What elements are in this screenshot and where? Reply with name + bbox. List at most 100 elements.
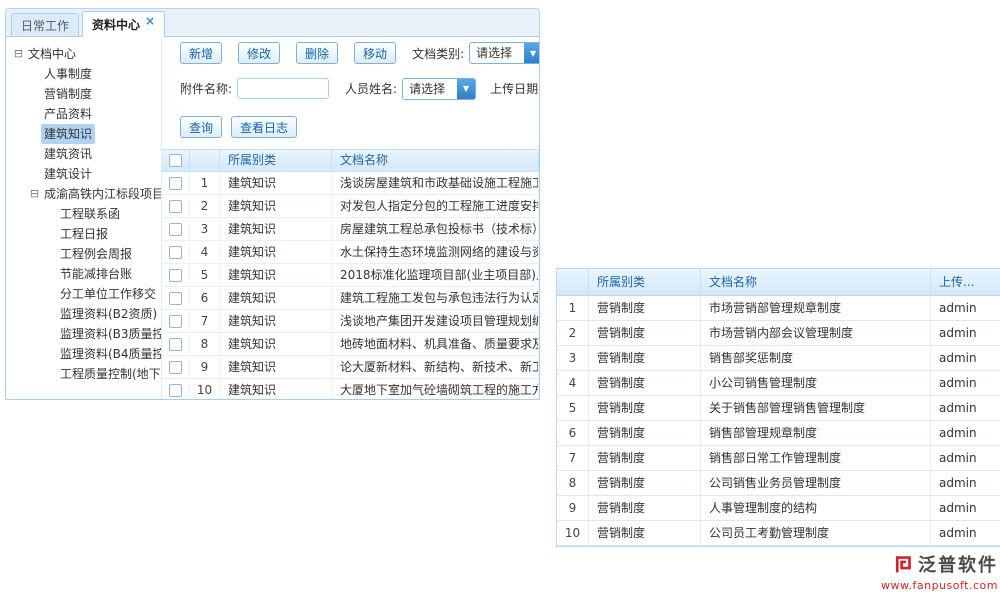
- data-center-window: 日常工作 资料中心 × ⊟ 文档中心 人事制度 营销制度: [5, 8, 540, 400]
- tree-item-label: 建筑资讯: [41, 144, 95, 164]
- table-row[interactable]: 8 营销制度 公司销售业务员管理制度 admin: [557, 471, 1000, 496]
- attachment-name-input[interactable]: [237, 78, 329, 99]
- row-category: 建筑知识: [220, 356, 332, 378]
- row-doc-name: 浅谈房屋建筑和市政基础设施工程施工...: [332, 172, 539, 194]
- table-row[interactable]: 4 营销制度 小公司销售管理制度 admin: [557, 371, 1000, 396]
- column-header-category[interactable]: 所属别类: [589, 269, 701, 295]
- tree-item[interactable]: 建筑资讯: [6, 144, 161, 164]
- row-checkbox[interactable]: [169, 177, 182, 190]
- tree-expand-icon[interactable]: ⊟: [28, 184, 41, 204]
- row-checkbox-cell: [162, 195, 190, 217]
- close-icon[interactable]: ×: [145, 16, 155, 26]
- row-number: 3: [190, 218, 220, 240]
- table-row[interactable]: 5 营销制度 关于销售部管理销售管理制度 admin: [557, 396, 1000, 421]
- tree-item[interactable]: 工程日报: [6, 224, 161, 244]
- table-row[interactable]: 6 营销制度 销售部管理规章制度 admin: [557, 421, 1000, 446]
- tree-item[interactable]: 监理资料(B4质量控制): [6, 344, 161, 364]
- table-row[interactable]: 9 建筑知识 论大厦新材料、新结构、新技术、新工...: [162, 356, 539, 379]
- column-header-doc-name[interactable]: 文档名称: [701, 269, 931, 295]
- tree-item[interactable]: 监理资料(B3质量控制): [6, 324, 161, 344]
- table-row[interactable]: 2 营销制度 市场营销内部会议管理制度 admin: [557, 321, 1000, 346]
- tab-data-center[interactable]: 资料中心 ×: [82, 11, 165, 37]
- row-number: 9: [557, 496, 589, 520]
- row-doc-name: 2018标准化监理项目部(业主项目部)人员...: [332, 264, 539, 286]
- table-row[interactable]: 7 营销制度 销售部日常工作管理制度 admin: [557, 446, 1000, 471]
- toolbar-button[interactable]: 移动: [354, 42, 396, 64]
- person-name-select[interactable]: 请选择 ▼: [402, 78, 476, 100]
- table-row[interactable]: 1 建筑知识 浅谈房屋建筑和市政基础设施工程施工...: [162, 172, 539, 195]
- row-checkbox[interactable]: [169, 338, 182, 351]
- table-row[interactable]: 1 营销制度 市场营销部管理规章制度 admin: [557, 296, 1000, 321]
- select-value: 请选择: [470, 43, 524, 63]
- tree-item[interactable]: 建筑知识: [6, 124, 161, 144]
- brand-name: 泛普软件: [918, 551, 998, 577]
- row-checkbox[interactable]: [169, 269, 182, 282]
- row-category: 营销制度: [589, 496, 701, 520]
- table-row[interactable]: 8 建筑知识 地砖地面材料、机具准备、质量要求及...: [162, 333, 539, 356]
- table-row[interactable]: 4 建筑知识 水土保持生态环境监测网络的建设与资...: [162, 241, 539, 264]
- row-checkbox[interactable]: [169, 384, 182, 397]
- row-number: 6: [557, 421, 589, 445]
- tree-item[interactable]: 监理资料(B2资质): [6, 304, 161, 324]
- column-header-doc-name[interactable]: 文档名称: [332, 150, 539, 171]
- tree-expand-icon[interactable]: ⊟: [12, 44, 25, 64]
- toolbar-button[interactable]: 删除: [296, 42, 338, 64]
- tree-item[interactable]: ⊟ 文档中心: [6, 44, 161, 64]
- tree-item[interactable]: 产品资料: [6, 104, 161, 124]
- tree-item-label: 监理资料(B4质量控制): [57, 344, 161, 364]
- row-category: 建筑知识: [220, 241, 332, 263]
- row-uploader: admin: [931, 421, 1000, 445]
- table-row[interactable]: 9 营销制度 人事管理制度的结构 admin: [557, 496, 1000, 521]
- column-header-number: [557, 269, 589, 295]
- table-row[interactable]: 10 营销制度 公司员工考勤管理制度 admin: [557, 521, 1000, 546]
- row-checkbox[interactable]: [169, 200, 182, 213]
- query-button[interactable]: 查询: [180, 116, 222, 138]
- attachment-name-label: 附件名称:: [180, 80, 232, 97]
- row-checkbox[interactable]: [169, 315, 182, 328]
- row-category: 营销制度: [589, 421, 701, 445]
- table-header: 所属别类 文档名称: [162, 150, 539, 172]
- row-doc-name: 房屋建筑工程总承包投标书（技术标）...: [332, 218, 539, 240]
- toolbar-button[interactable]: 修改: [238, 42, 280, 64]
- tree-item[interactable]: 工程联系函: [6, 204, 161, 224]
- tree-item[interactable]: 人事制度: [6, 64, 161, 84]
- row-category: 建筑知识: [220, 310, 332, 332]
- column-header-category[interactable]: 所属别类: [220, 150, 332, 171]
- table-row[interactable]: 6 建筑知识 建筑工程施工发包与承包违法行为认定...: [162, 287, 539, 310]
- brand-row: 泛普软件: [881, 551, 998, 577]
- table-row[interactable]: 5 建筑知识 2018标准化监理项目部(业主项目部)人员...: [162, 264, 539, 287]
- tree-item[interactable]: ⊟ 成渝高铁内江标段项目: [6, 184, 161, 204]
- row-number: 5: [190, 264, 220, 286]
- screenshot-stage: 日常工作 资料中心 × ⊟ 文档中心 人事制度 营销制度: [0, 0, 1000, 600]
- doc-category-select[interactable]: 请选择 ▼: [469, 42, 539, 64]
- tree-item[interactable]: 工程质量控制(地下室): [6, 364, 161, 384]
- table-row[interactable]: 10 建筑知识 大厦地下室加气砼墙砌筑工程的施工方...: [162, 379, 539, 399]
- view-log-button[interactable]: 查看日志: [231, 116, 297, 138]
- select-all-checkbox[interactable]: [169, 154, 182, 167]
- row-checkbox[interactable]: [169, 223, 182, 236]
- tree-item-label: 文档中心: [25, 44, 79, 64]
- tree-item[interactable]: 工程例会周报: [6, 244, 161, 264]
- table-row[interactable]: 3 建筑知识 房屋建筑工程总承包投标书（技术标）...: [162, 218, 539, 241]
- row-checkbox[interactable]: [169, 292, 182, 305]
- toolbar-row: 新增修改删除移动 文档类别: 请选择 ▼ 文: [180, 42, 539, 64]
- tree-item-label: 工程例会周报: [57, 244, 135, 264]
- row-checkbox-cell: [162, 379, 190, 399]
- table-row[interactable]: 7 建筑知识 浅谈地产集团开发建设项目管理规划编...: [162, 310, 539, 333]
- row-checkbox[interactable]: [169, 246, 182, 259]
- column-header-uploader[interactable]: 上传...: [931, 269, 1000, 295]
- row-checkbox[interactable]: [169, 361, 182, 374]
- table-row[interactable]: 3 营销制度 销售部奖惩制度 admin: [557, 346, 1000, 371]
- tab-bar: 日常工作 资料中心 ×: [5, 8, 540, 36]
- toolbar-button[interactable]: 新增: [180, 42, 222, 64]
- table-row[interactable]: 2 建筑知识 对发包人指定分包的工程施工进度安排...: [162, 195, 539, 218]
- tree-item[interactable]: 节能减排台账: [6, 264, 161, 284]
- tree-item[interactable]: 营销制度: [6, 84, 161, 104]
- tree-item[interactable]: 建筑设计: [6, 164, 161, 184]
- row-category: 营销制度: [589, 396, 701, 420]
- row-checkbox-cell: [162, 356, 190, 378]
- tab-daily-work[interactable]: 日常工作: [11, 13, 79, 36]
- row-category: 营销制度: [589, 471, 701, 495]
- tree-item[interactable]: 分工单位工作移交: [6, 284, 161, 304]
- row-checkbox-cell: [162, 310, 190, 332]
